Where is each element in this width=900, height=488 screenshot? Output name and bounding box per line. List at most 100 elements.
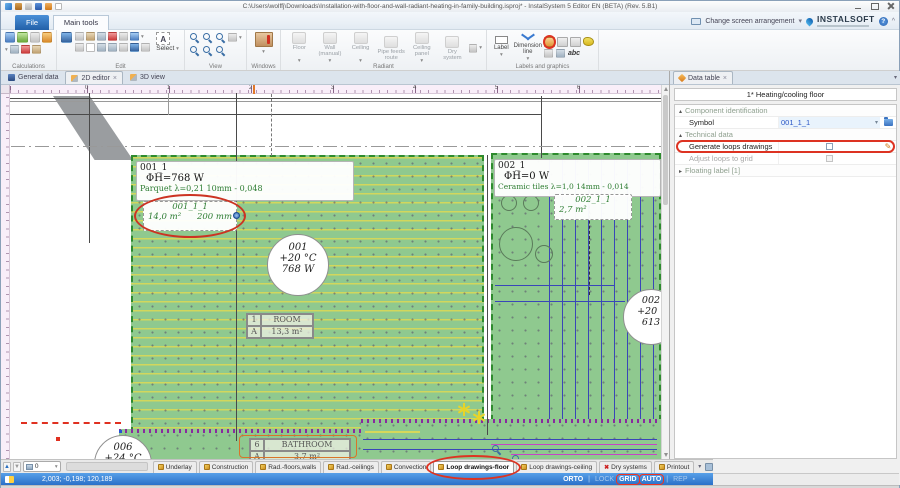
windows-caret-icon[interactable]: ▾ bbox=[262, 49, 265, 55]
copy-icon[interactable] bbox=[75, 32, 84, 41]
cut-icon[interactable] bbox=[97, 32, 106, 41]
undo-arrow-icon[interactable] bbox=[61, 32, 72, 43]
screen-arrangement-button[interactable]: Change screen arrangement bbox=[705, 18, 794, 25]
edit-more-caret-icon[interactable]: ▾ bbox=[141, 34, 144, 40]
list-icon[interactable] bbox=[141, 43, 150, 52]
edit-pencil-icon[interactable]: ✎ bbox=[880, 142, 896, 151]
array-icon[interactable] bbox=[119, 43, 128, 52]
redo-icon[interactable] bbox=[25, 3, 32, 10]
layer-tab-dry-systems[interactable]: ✖Dry systems bbox=[599, 461, 652, 473]
layer-tab-printout[interactable]: Printout bbox=[654, 461, 694, 473]
results-icon[interactable] bbox=[17, 32, 27, 43]
table-alt-icon[interactable] bbox=[570, 37, 581, 47]
text-style-button[interactable]: abc bbox=[568, 50, 580, 57]
layer-tab-underlay[interactable]: Underlay bbox=[153, 461, 197, 473]
tab-general-data[interactable]: General data bbox=[3, 71, 63, 84]
settings-icon[interactable] bbox=[30, 32, 40, 43]
file-menu-button[interactable]: File bbox=[15, 15, 49, 30]
scroll-down-icon[interactable] bbox=[664, 453, 668, 457]
help-icon[interactable]: ? bbox=[879, 17, 888, 26]
symbol-dropdown-icon[interactable]: ▾ bbox=[875, 119, 878, 126]
layer-list-caret-icon[interactable]: ▾ bbox=[698, 463, 701, 470]
table-icon[interactable] bbox=[557, 37, 568, 47]
scroll-up-icon[interactable] bbox=[664, 87, 668, 91]
zoom-out-icon[interactable] bbox=[202, 32, 213, 43]
layer-tab-rad-ceilings[interactable]: Rad.-ceilings bbox=[323, 461, 379, 473]
ceiling-panel-button[interactable]: Ceiling panel▾ bbox=[408, 32, 437, 64]
room-002-label[interactable]: 002_1 ΦH=0 W Ceramic tiles λ=1,0 14mm - … bbox=[494, 159, 661, 197]
tab-data-table[interactable]: Data table × bbox=[673, 71, 733, 84]
layer-manager-icon[interactable] bbox=[705, 463, 713, 471]
windows-building-icon[interactable] bbox=[255, 32, 273, 47]
symbol-browse-icon[interactable] bbox=[884, 119, 893, 126]
panel-menu-caret-icon[interactable]: ▾ bbox=[894, 74, 897, 81]
report-icon[interactable] bbox=[32, 45, 41, 54]
section-technical-data[interactable]: ▴Technical data bbox=[675, 129, 896, 141]
layer-tab-convection[interactable]: Convection bbox=[381, 461, 432, 473]
label-handle-icon[interactable] bbox=[233, 212, 240, 219]
room-001-badge[interactable]: 001 +20 °C 768 W bbox=[267, 234, 329, 296]
trim-icon[interactable] bbox=[108, 43, 117, 52]
floor-down-button[interactable]: ▼ bbox=[13, 462, 21, 472]
section-collapsed-icon[interactable]: ▸ bbox=[679, 169, 682, 175]
close-button[interactable] bbox=[885, 2, 896, 10]
grid-settings-icon[interactable] bbox=[228, 33, 237, 42]
section-expand-icon[interactable]: ▴ bbox=[679, 109, 682, 115]
radiant-extra-icon[interactable] bbox=[469, 44, 477, 53]
wall-manual-button[interactable]: Wall (manual)▾ bbox=[316, 32, 345, 64]
canvas-horizontal-scrollbar[interactable] bbox=[66, 462, 148, 471]
scrollbar-thumb[interactable] bbox=[663, 95, 668, 205]
ceiling-button[interactable]: Ceiling▾ bbox=[346, 32, 375, 64]
tab-close-icon[interactable]: × bbox=[113, 75, 117, 82]
minimize-button[interactable] bbox=[853, 2, 864, 10]
dry-system-plate-button[interactable]: Dry system plate bbox=[438, 36, 467, 61]
layer-tab-construction[interactable]: Construction bbox=[199, 461, 254, 473]
package-icon[interactable] bbox=[45, 3, 52, 10]
undo-icon[interactable] bbox=[15, 3, 22, 10]
grip-point[interactable] bbox=[56, 437, 60, 441]
pan-icon[interactable] bbox=[215, 45, 226, 56]
layer-tab-loop-drawings-floor[interactable]: Loop drawings-floor bbox=[433, 461, 514, 473]
move-icon[interactable] bbox=[130, 43, 139, 52]
floor-button[interactable]: Floor▾ bbox=[285, 32, 314, 64]
connections-icon[interactable] bbox=[10, 45, 19, 54]
align-icon[interactable] bbox=[119, 32, 128, 41]
maximize-button[interactable] bbox=[869, 2, 880, 10]
mode-grid[interactable]: GRID bbox=[619, 476, 637, 483]
section-expand-icon[interactable]: ▴ bbox=[679, 133, 682, 139]
select-tool-icon[interactable]: A bbox=[156, 32, 170, 45]
section-floating-label[interactable]: ▸Floating label [1] bbox=[675, 165, 896, 177]
canvas-vertical-scrollbar[interactable] bbox=[661, 85, 669, 459]
floor-up-button[interactable]: ▲ bbox=[3, 462, 11, 472]
dimension-line-button[interactable]: Dimension line ▾ bbox=[514, 32, 542, 62]
tab-3d-view[interactable]: 3D view bbox=[125, 71, 170, 84]
floor-plan[interactable]: 001_1 ΦH=768 W Parquet λ=0,21 10mm - 0,0… bbox=[1, 85, 661, 459]
chevron-down-icon[interactable]: ▾ bbox=[798, 17, 802, 25]
room-001-table[interactable]: 1 ROOM A 13,3 m² bbox=[246, 313, 314, 339]
label-button[interactable]: Label ▾ bbox=[491, 36, 512, 58]
zoom-window-icon[interactable] bbox=[215, 32, 226, 43]
grip-point[interactable] bbox=[119, 430, 122, 433]
panel-close-icon[interactable]: × bbox=[723, 75, 727, 82]
calc-more-caret-icon[interactable]: ▾ bbox=[5, 47, 8, 53]
pipe-feeds-route-button[interactable]: Pipe feeds route bbox=[377, 36, 406, 61]
view-caret-icon[interactable]: ▾ bbox=[239, 35, 242, 41]
mode-rep[interactable]: REP bbox=[673, 476, 687, 483]
zoom-fit-icon[interactable] bbox=[189, 45, 200, 56]
zoom-in-icon[interactable] bbox=[189, 32, 200, 43]
room-001-label[interactable]: 001_1 ΦH=768 W Parquet λ=0,21 10mm - 0,0… bbox=[136, 161, 354, 201]
symbol-value-field[interactable]: 001_1_1 ▾ bbox=[779, 117, 880, 128]
mirror-icon[interactable] bbox=[86, 43, 95, 52]
small-table-icon[interactable] bbox=[544, 49, 553, 58]
loop-002-label[interactable]: 002_1_1 2,7 m² bbox=[554, 194, 632, 220]
tab-main-tools[interactable]: Main tools bbox=[53, 15, 109, 30]
zoom-previous-icon[interactable] bbox=[202, 45, 213, 56]
mode-auto[interactable]: AUTO bbox=[642, 476, 662, 483]
small-grid-icon[interactable] bbox=[556, 49, 565, 58]
mode-more-icon[interactable]: ▪ bbox=[693, 476, 695, 483]
edit-table-icon[interactable] bbox=[544, 37, 555, 47]
drawing-canvas[interactable]: 0 1 2 3 4 5 6 bbox=[1, 85, 661, 459]
select-tool-label[interactable]: Select bbox=[156, 45, 174, 52]
mode-orto[interactable]: ORTO bbox=[563, 476, 583, 483]
storey-selector[interactable]: 0 ▾ bbox=[23, 461, 61, 472]
